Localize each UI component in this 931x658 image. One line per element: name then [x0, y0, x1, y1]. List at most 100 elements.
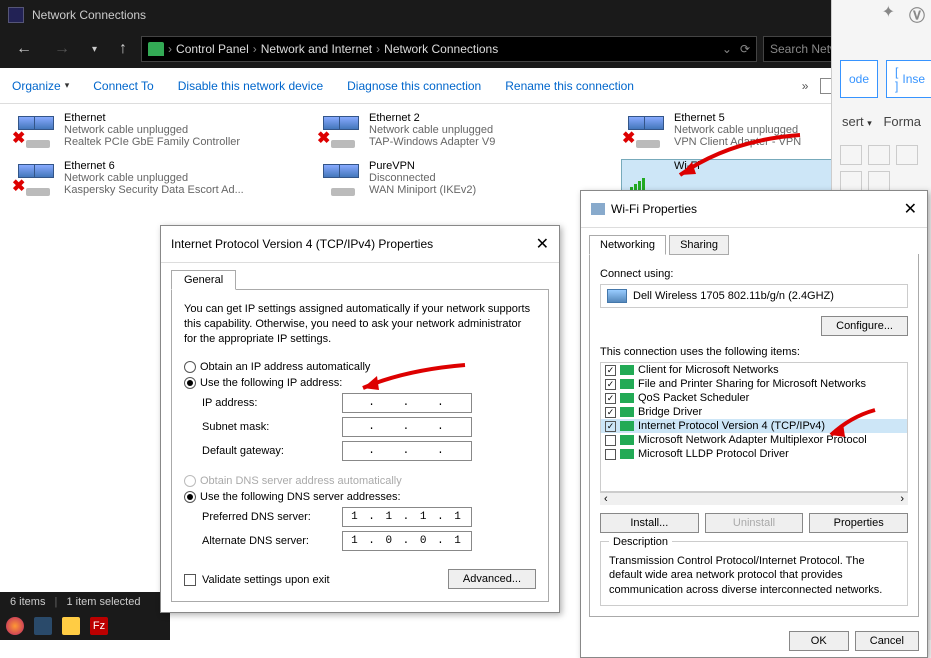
connect-using-label: Connect using:	[600, 268, 908, 280]
organize-menu[interactable]: Organize ▾	[12, 79, 69, 93]
tab-general[interactable]: General	[171, 270, 236, 290]
adapter-item[interactable]: ✖EthernetNetwork cable unpluggedRealtek …	[12, 112, 309, 148]
protocol-icon	[620, 449, 634, 459]
component-label: File and Printer Sharing for Microsoft N…	[638, 378, 866, 390]
bg-align-center-icon[interactable]	[896, 145, 918, 165]
adapter-status: Network cable unplugged	[674, 124, 801, 136]
tab-sharing[interactable]: Sharing	[669, 235, 729, 255]
up-button[interactable]: ↑	[111, 36, 135, 62]
adapter-icon: ✖	[12, 112, 56, 148]
forward-button[interactable]: →	[46, 36, 78, 62]
bg-tool-icon[interactable]	[868, 171, 890, 191]
network-component-row[interactable]: Bridge Driver	[601, 405, 907, 419]
adapter-item[interactable]: ✖Ethernet 2Network cable unpluggedTAP-Wi…	[317, 112, 614, 148]
scroll-left-icon[interactable]: ‹	[604, 493, 608, 505]
adapter-description: WAN Miniport (IKEv2)	[369, 184, 476, 196]
command-bar: Organize ▾ Connect To Disable this netwo…	[0, 68, 931, 104]
radio-manual-ip-label[interactable]: Use the following IP address:	[200, 377, 342, 389]
recent-dropdown[interactable]: ▾	[84, 40, 105, 59]
bg-tool-icon[interactable]	[840, 145, 862, 165]
description-label: Description	[609, 536, 672, 548]
filezilla-icon[interactable]: Fz	[90, 617, 108, 635]
bg-insert-menu[interactable]: sert ▾	[842, 114, 872, 129]
validate-label[interactable]: Validate settings upon exit	[202, 574, 330, 586]
ip-address-input[interactable]	[342, 393, 472, 413]
subnet-mask-input[interactable]	[342, 417, 472, 437]
component-checkbox[interactable]	[605, 407, 616, 418]
close-button[interactable]: ✕	[904, 199, 917, 219]
protocol-icon	[620, 379, 634, 389]
configure-button[interactable]: Configure...	[821, 316, 908, 336]
radio-auto-ip-label[interactable]: Obtain an IP address automatically	[200, 361, 370, 373]
component-label: Bridge Driver	[638, 406, 702, 418]
disable-device-button[interactable]: Disable this network device	[178, 79, 323, 93]
component-checkbox[interactable]	[605, 421, 616, 432]
overflow-button[interactable]: »	[802, 79, 809, 93]
preferred-dns-input[interactable]	[342, 507, 472, 527]
adapter-icon: ✖	[622, 112, 666, 148]
bg-align-right-icon[interactable]	[840, 171, 862, 191]
task-view-icon[interactable]	[34, 617, 52, 635]
advanced-button[interactable]: Advanced...	[448, 569, 536, 589]
install-button[interactable]: Install...	[600, 513, 699, 533]
properties-button[interactable]: Properties	[809, 513, 908, 533]
component-checkbox[interactable]	[605, 435, 616, 446]
ok-button[interactable]: OK	[789, 631, 849, 651]
file-explorer-icon[interactable]	[62, 617, 80, 635]
breadcrumb-segment[interactable]: Control Panel	[176, 42, 249, 56]
dialog-title: Internet Protocol Version 4 (TCP/IPv4) P…	[171, 237, 433, 251]
network-component-row[interactable]: Internet Protocol Version 4 (TCP/IPv4)	[601, 419, 907, 433]
subnet-mask-label: Subnet mask:	[202, 421, 342, 433]
radio-auto-dns	[184, 475, 196, 487]
horizontal-scrollbar[interactable]: ‹ ›	[600, 492, 908, 505]
radio-manual-ip[interactable]	[184, 377, 196, 389]
scroll-right-icon[interactable]: ›	[900, 493, 904, 505]
back-button[interactable]: ←	[8, 36, 40, 62]
firefox-icon[interactable]	[6, 617, 24, 635]
adapter-description: VPN Client Adapter - VPN	[674, 136, 801, 148]
network-items-list[interactable]: Client for Microsoft NetworksFile and Pr…	[600, 362, 908, 492]
network-component-row[interactable]: Client for Microsoft Networks	[601, 363, 907, 377]
network-component-row[interactable]: QoS Packet Scheduler	[601, 391, 907, 405]
connect-to-button[interactable]: Connect To	[93, 79, 154, 93]
refresh-button[interactable]: ⟳	[740, 42, 750, 56]
network-component-row[interactable]: Microsoft Network Adapter Multiplexor Pr…	[601, 433, 907, 447]
bg-code-button[interactable]: ode	[840, 60, 878, 98]
default-gateway-label: Default gateway:	[202, 445, 342, 457]
tab-networking[interactable]: Networking	[589, 235, 666, 255]
bg-format-menu[interactable]: Forma	[883, 114, 921, 129]
component-checkbox[interactable]	[605, 449, 616, 460]
adapter-name: Ethernet 2	[369, 112, 495, 124]
default-gateway-input[interactable]	[342, 441, 472, 461]
network-component-row[interactable]: Microsoft LLDP Protocol Driver	[601, 447, 907, 461]
component-checkbox[interactable]	[605, 393, 616, 404]
bg-align-left-icon[interactable]	[868, 145, 890, 165]
taskbar: Fz	[0, 612, 170, 640]
adapter-item[interactable]: PureVPNDisconnectedWAN Miniport (IKEv2)	[317, 160, 614, 196]
breadcrumb-dropdown[interactable]: ⌄	[722, 42, 732, 56]
description-fieldset: Description Transmission Control Protoco…	[600, 541, 908, 606]
network-component-row[interactable]: File and Printer Sharing for Microsoft N…	[601, 377, 907, 391]
breadcrumb-segment[interactable]: Network Connections	[384, 42, 498, 56]
adapter-name: Ethernet 6	[64, 160, 244, 172]
close-button[interactable]: ✕	[536, 234, 549, 254]
alternate-dns-input[interactable]	[342, 531, 472, 551]
navigation-bar: ← → ▾ ↑ › Control Panel › Network and In…	[0, 30, 931, 68]
app-icon	[8, 7, 24, 23]
component-checkbox[interactable]	[605, 379, 616, 390]
breadcrumb-segment[interactable]: Network and Internet	[261, 42, 372, 56]
radio-auto-ip[interactable]	[184, 361, 196, 373]
wifi-properties-dialog: Wi-Fi Properties ✕ Networking Sharing Co…	[580, 190, 928, 658]
bg-insert-button[interactable]: [ ] Inse	[886, 60, 931, 98]
adapter-name: Dell Wireless 1705 802.11b/g/n (2.4GHZ)	[633, 290, 834, 302]
radio-manual-dns[interactable]	[184, 491, 196, 503]
dialog-title: Wi-Fi Properties	[611, 202, 697, 216]
cancel-button[interactable]: Cancel	[855, 631, 919, 651]
breadcrumb[interactable]: › Control Panel › Network and Internet ›…	[141, 36, 757, 62]
radio-manual-dns-label[interactable]: Use the following DNS server addresses:	[200, 491, 401, 503]
adapter-item[interactable]: ✖Ethernet 6Network cable unpluggedKasper…	[12, 160, 309, 196]
component-checkbox[interactable]	[605, 365, 616, 376]
diagnose-button[interactable]: Diagnose this connection	[347, 79, 481, 93]
rename-button[interactable]: Rename this connection	[505, 79, 634, 93]
validate-checkbox[interactable]	[184, 574, 196, 586]
